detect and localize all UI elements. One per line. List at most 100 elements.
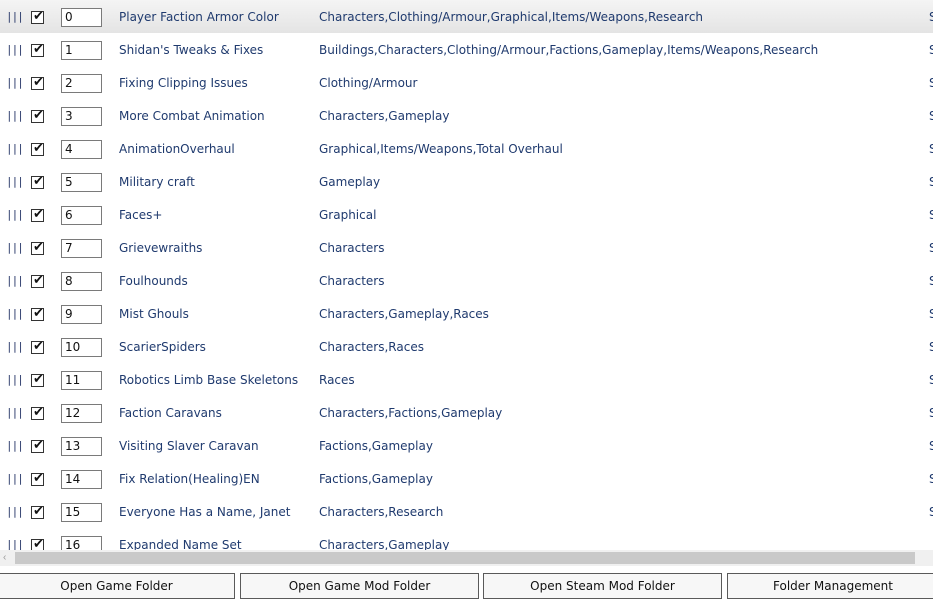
scroll-left-arrow-icon[interactable]: ‹ [3,551,6,565]
checkmark-icon: ✔ [33,404,44,420]
drag-grip-icon[interactable]: ||| [6,274,24,287]
drag-grip-icon[interactable]: ||| [6,142,24,155]
drag-grip-icon[interactable]: ||| [6,307,24,320]
mod-name: Robotics Limb Base Skeletons [119,372,299,387]
load-order-input[interactable]: 15 [61,502,102,522]
open-game-mod-folder-button[interactable]: Open Game Mod Folder [240,573,479,599]
enabled-checkbox[interactable]: ✔ [31,371,44,387]
load-order-input[interactable]: 4 [61,139,102,159]
load-order-input[interactable]: 10 [61,337,102,357]
mod-source: S [929,438,933,453]
load-order-input[interactable]: 6 [61,205,102,225]
enabled-checkbox[interactable]: ✔ [31,174,44,189]
mod-categories: Characters,Races [319,339,424,354]
mod-source: S [929,405,933,420]
enabled-checkbox[interactable]: ✔ [31,305,44,321]
mod-row[interactable]: ||| ✔ 1 Shidan's Tweaks & Fixes Buildings,Ch… [0,33,933,66]
mod-row[interactable]: ||| ✔ 7 Grievewraiths Characters S [0,231,933,264]
mod-row[interactable]: ||| ✔ 8 Foulhounds Characters S [0,264,933,297]
drag-grip-icon[interactable]: ||| [6,406,24,419]
drag-grip-icon[interactable]: ||| [6,76,24,89]
load-order-input[interactable]: 5 [61,172,102,192]
mod-row[interactable]: ||| ✔ 3 More Combat Animation Characters,Gam… [0,99,933,132]
mod-source: S [929,504,933,519]
drag-grip-icon[interactable]: ||| [6,109,24,122]
load-order-input[interactable]: 14 [61,469,102,489]
mod-name: Shidan's Tweaks & Fixes [119,42,264,57]
load-order-input[interactable]: 1 [61,40,102,60]
enabled-checkbox[interactable]: ✔ [31,42,44,57]
drag-grip-icon[interactable]: ||| [6,373,24,386]
mod-categories: Races [319,372,355,387]
load-order-input[interactable]: 8 [61,271,102,291]
enabled-checkbox[interactable]: ✔ [31,273,44,288]
load-order-input[interactable]: 7 [61,238,102,258]
load-order-input[interactable]: 2 [61,73,102,93]
mod-row[interactable]: ||| ✔ 2 Fixing Clipping Issues Clothing/Armo… [0,66,933,99]
mod-row[interactable]: ||| ✔ 10 ScarierSpiders Characters,Races S [0,330,933,363]
enabled-checkbox[interactable]: ✔ [31,470,44,486]
drag-grip-icon[interactable]: ||| [6,439,24,452]
mod-row[interactable]: ||| ✔ 12 Faction Caravans Characters,Faction… [0,396,933,429]
load-order-input[interactable]: 11 [61,370,102,390]
drag-grip-icon[interactable]: ||| [6,472,24,485]
drag-grip-icon[interactable]: ||| [6,505,24,518]
mod-row[interactable]: ||| ✔ 5 Military craft Gameplay S [0,165,933,198]
load-order-input[interactable]: 0 [61,7,102,27]
drag-grip-icon[interactable]: ||| [6,241,24,254]
enabled-checkbox[interactable]: ✔ [31,339,44,354]
mod-row[interactable]: ||| ✔ 16 Expanded Name Set Characters,Gamepl… [0,528,933,550]
enabled-checkbox[interactable]: ✔ [31,239,44,255]
enabled-checkbox[interactable]: ✔ [31,404,44,420]
enabled-checkbox[interactable]: ✔ [31,75,44,90]
checkmark-icon: ✔ [33,206,44,222]
load-order-input[interactable]: 3 [61,106,102,126]
mod-row[interactable]: ||| ✔ 6 Faces+ Graphical S [0,198,933,231]
load-order-input[interactable]: 9 [61,304,102,324]
checkmark-icon: ✔ [33,371,44,387]
folder-management-button[interactable]: Folder Management [727,573,933,599]
open-steam-mod-folder-button[interactable]: Open Steam Mod Folder [483,573,722,599]
enabled-checkbox[interactable]: ✔ [31,438,44,453]
load-order-input[interactable]: 13 [61,436,102,456]
scrollbar-thumb[interactable] [15,552,915,564]
mod-row[interactable]: ||| ✔ 15 Everyone Has a Name, Janet Characte… [0,495,933,528]
enabled-checkbox[interactable]: ✔ [31,537,44,550]
checkmark-icon: ✔ [33,305,44,321]
drag-grip-icon[interactable]: ||| [6,10,24,23]
mod-source: S [929,306,933,321]
checkmark-icon: ✔ [33,470,44,486]
mod-name: Expanded Name Set [119,537,242,551]
mod-row[interactable]: ||| ✔ 4 AnimationOverhaul Graphical,Items/We… [0,132,933,165]
mod-name: Player Faction Armor Color [119,9,279,24]
mod-row[interactable]: ||| ✔ 14 Fix Relation(Healing)EN Factions,Ga… [0,462,933,495]
enabled-checkbox[interactable]: ✔ [31,206,44,222]
mod-source: S [929,42,933,57]
mod-categories: Characters,Research [319,504,444,519]
checkmark-icon: ✔ [33,107,44,123]
enabled-checkbox[interactable]: ✔ [31,141,44,156]
drag-grip-icon[interactable]: ||| [6,340,24,353]
horizontal-scrollbar[interactable]: ‹ [0,550,933,566]
mod-name: Grievewraiths [119,240,203,255]
checkmark-icon: ✔ [33,503,44,519]
enabled-checkbox[interactable]: ✔ [31,107,44,123]
enabled-checkbox[interactable]: ✔ [31,9,44,24]
mod-row[interactable]: ||| ✔ 9 Mist Ghouls Characters,Gameplay,Race… [0,297,933,330]
checkmark-icon: ✔ [33,239,44,255]
mod-row[interactable]: ||| ✔ 11 Robotics Limb Base Skeletons Races S [0,363,933,396]
load-order-input[interactable]: 12 [61,403,102,423]
drag-grip-icon[interactable]: ||| [6,43,24,56]
mod-name: Visiting Slaver Caravan [119,438,259,453]
button-bar: Open Game Folder Open Game Mod Folder Op… [0,566,933,603]
mod-row[interactable]: ||| ✔ 0 Player Faction Armor Color Character… [0,0,933,33]
mod-categories: Characters,Factions,Gameplay [319,405,503,420]
enabled-checkbox[interactable]: ✔ [31,503,44,519]
mod-list-grid[interactable]: ||| ✔ 0 Player Faction Armor Color Character… [0,0,933,550]
drag-grip-icon[interactable]: ||| [6,175,24,188]
drag-grip-icon[interactable]: ||| [6,208,24,221]
open-game-folder-button[interactable]: Open Game Folder [0,573,235,599]
mod-row[interactable]: ||| ✔ 13 Visiting Slaver Caravan Factions,Ga… [0,429,933,462]
drag-grip-icon[interactable]: ||| [6,538,24,550]
load-order-input[interactable]: 16 [61,535,102,550]
